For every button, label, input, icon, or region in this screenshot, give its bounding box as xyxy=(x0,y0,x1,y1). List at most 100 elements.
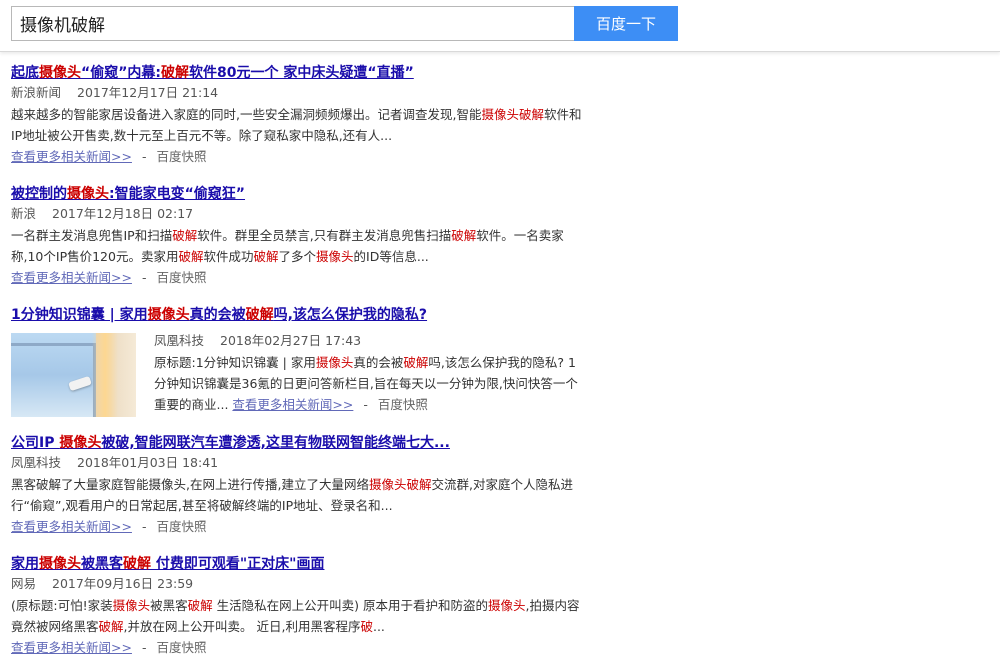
result-meta: 凤凰科技 2018年02月27日 17:43 xyxy=(154,331,586,352)
result-title-link[interactable]: 公司IP 摄像头被破,智能网联汽车遭渗透,这里有物联网智能终端七大... xyxy=(11,433,586,453)
result-title-link[interactable]: 家用摄像头被黑客破解 付费即可观看"正对床"画面 xyxy=(11,554,586,574)
text-segment: 软件。群里全员禁言,只有群主发消息兜售扫描 xyxy=(197,228,452,243)
highlight-term: 破解 xyxy=(253,249,279,264)
text-segment: 被黑客 xyxy=(150,598,188,613)
more-news-link[interactable]: 查看更多相关新闻>> xyxy=(11,640,132,655)
text-segment: 黑客破解了大量家庭智能摄像头,在网上进行传播,建立了大量网络 xyxy=(11,477,369,492)
result-date: 2017年12月18日 02:17 xyxy=(52,206,194,221)
highlight-term: 破解 xyxy=(98,619,124,634)
text-segment: 软件成功 xyxy=(203,249,254,264)
link-separator: - xyxy=(363,397,368,412)
result-item: 公司IP 摄像头被破,智能网联汽车遭渗透,这里有物联网智能终端七大... 凤凰科… xyxy=(11,433,586,537)
result-meta: 网易 2017年09月16日 23:59 xyxy=(11,574,586,595)
highlight-term: 破解 xyxy=(245,307,274,323)
search-input[interactable] xyxy=(11,6,575,41)
result-date: 2018年01月03日 18:41 xyxy=(77,455,219,470)
snapshot-link[interactable]: 百度快照 xyxy=(156,519,206,534)
text-segment: 被破,智能网联汽车遭渗透,这里有物联网智能终端七大... xyxy=(101,435,450,451)
search-button[interactable]: 百度一下 xyxy=(574,6,678,41)
result-title-link[interactable]: 起底摄像头“偷窥”内幕:破解软件80元一个 家中床头疑遭“直播” xyxy=(11,63,586,83)
result-source: 新浪 xyxy=(11,206,37,221)
result-links: 查看更多相关新闻>> - 百度快照 xyxy=(11,516,586,537)
result-abstract: 原标题:1分钟知识锦囊 | 家用摄像头真的会被破解吗,该怎么保护我的隐私? 1分… xyxy=(154,352,586,415)
highlight-term: 破解 xyxy=(451,228,477,243)
result-date: 2018年02月27日 17:43 xyxy=(220,333,362,348)
text-segment: 付费即可观看"正对床"画面 xyxy=(151,556,325,572)
text-segment: 家用 xyxy=(11,556,39,572)
text-segment: 公司IP xyxy=(11,435,60,451)
result-item: 家用摄像头被黑客破解 付费即可观看"正对床"画面 网易 2017年09月16日 … xyxy=(11,554,586,658)
highlight-term: 破解 xyxy=(123,556,151,572)
result-source: 新浪新闻 xyxy=(11,85,62,100)
thumb-light xyxy=(92,333,118,417)
text-segment: :智能家电变“偷窥狂” xyxy=(109,186,246,202)
highlight-term: 破解 xyxy=(172,228,198,243)
highlight-term: 摄像头 xyxy=(112,598,151,613)
result-item: 起底摄像头“偷窥”内幕:破解软件80元一个 家中床头疑遭“直播” 新浪新闻 20… xyxy=(11,63,586,167)
text-segment: 软件80元一个 家中床头疑遭“直播” xyxy=(189,65,414,81)
result-meta: 新浪 2017年12月18日 02:17 xyxy=(11,204,586,225)
highlight-term: 破解 xyxy=(161,65,190,81)
highlight-term: 摄像头 xyxy=(316,249,354,264)
result-links: 查看更多相关新闻>> - 百度快照 xyxy=(11,637,586,658)
more-news-link[interactable]: 查看更多相关新闻>> xyxy=(11,149,132,164)
result-thumbnail[interactable] xyxy=(11,333,136,417)
more-news-link[interactable]: 查看更多相关新闻>> xyxy=(11,519,132,534)
highlight-term: 摄像头 xyxy=(67,186,109,202)
result-item: 1分钟知识锦囊 | 家用摄像头真的会被破解吗,该怎么保护我的隐私? 凤凰科技 2… xyxy=(11,305,586,417)
result-abstract: 黑客破解了大量家庭智能摄像头,在网上进行传播,建立了大量网络摄像头破解交流群,对… xyxy=(11,474,586,516)
text-segment: 真的会被 xyxy=(189,307,246,323)
result-source: 凤凰科技 xyxy=(11,455,62,470)
text-segment: 吗,该怎么保护我的隐私? xyxy=(273,307,428,323)
text-segment: 越来越多的智能家居设备进入家庭的同时,一些安全漏洞频频爆出。记者调查发现,智能 xyxy=(11,107,482,122)
text-segment: 被控制的 xyxy=(11,186,67,202)
link-separator: - xyxy=(141,519,147,534)
highlight-term: 破解 xyxy=(187,598,213,613)
highlight-term: 摄像头破解 xyxy=(368,477,432,492)
more-news-link[interactable]: 查看更多相关新闻>> xyxy=(11,270,132,285)
result-source: 凤凰科技 xyxy=(154,333,205,348)
highlight-term: 破解 xyxy=(518,107,544,122)
result-title-link[interactable]: 被控制的摄像头:智能家电变“偷窥狂” xyxy=(11,184,586,204)
text-segment: 一名群主发消息兜售IP和扫描 xyxy=(11,228,173,243)
text-segment: 被黑客 xyxy=(81,556,123,572)
highlight-term: 摄像头 xyxy=(481,107,519,122)
snapshot-link[interactable]: 百度快照 xyxy=(156,149,206,164)
text-segment: 了多个 xyxy=(278,249,317,264)
highlight-term: 摄像头 xyxy=(315,355,354,370)
result-meta: 新浪新闻 2017年12月17日 21:14 xyxy=(11,83,586,104)
highlight-term: 摄像头 xyxy=(39,65,81,81)
text-segment: 的ID等信息... xyxy=(353,249,429,264)
result-abstract: (原标题:可怕!家装摄像头被黑客破解 生活隐私在网上公开叫卖) 原本用于看护和防… xyxy=(11,595,586,637)
text-segment: 1分钟知识锦囊 | 家用 xyxy=(11,307,148,323)
result-title-link[interactable]: 1分钟知识锦囊 | 家用摄像头真的会被破解吗,该怎么保护我的隐私? xyxy=(11,305,586,325)
snapshot-link[interactable]: 百度快照 xyxy=(156,640,206,655)
link-separator: - xyxy=(141,149,147,164)
snapshot-link[interactable]: 百度快照 xyxy=(378,397,428,412)
result-abstract: 越来越多的智能家居设备进入家庭的同时,一些安全漏洞频频爆出。记者调查发现,智能摄… xyxy=(11,104,586,146)
highlight-term: 破解 xyxy=(178,249,204,264)
more-news-link[interactable]: 查看更多相关新闻>> xyxy=(232,397,353,412)
result-date: 2017年12月17日 21:14 xyxy=(77,85,219,100)
result-links: 查看更多相关新闻>> - 百度快照 xyxy=(11,146,586,167)
result-meta: 凤凰科技 2018年01月03日 18:41 xyxy=(11,453,586,474)
text-segment: 起底 xyxy=(11,65,39,81)
highlight-term: 摄像头 xyxy=(59,435,102,451)
search-header: 百度一下 xyxy=(0,0,1000,52)
text-segment: ,并放在网上公开叫卖。 近日,利用黑客程序 xyxy=(123,619,361,634)
text-segment: 生活隐私在网上公开叫卖) 原本用于看护和防盗的 xyxy=(212,598,488,613)
result-links: 查看更多相关新闻>> - 百度快照 xyxy=(11,267,586,288)
highlight-term: 摄像头 xyxy=(39,556,81,572)
highlight-term: 摄像头 xyxy=(147,307,190,323)
result-date: 2017年09月16日 23:59 xyxy=(52,576,194,591)
link-separator: - xyxy=(141,270,147,285)
highlight-term: 破 xyxy=(360,619,373,634)
result-abstract: 一名群主发消息兜售IP和扫描破解软件。群里全员禁言,只有群主发消息兜售扫描破解软… xyxy=(11,225,586,267)
link-separator: - xyxy=(141,640,147,655)
text-segment: ... xyxy=(372,619,385,634)
text-segment: “偷窥”内幕: xyxy=(81,65,162,81)
text-segment: (原标题:可怕!家装 xyxy=(11,598,113,613)
text-segment: 原标题:1分钟知识锦囊 | 家用 xyxy=(154,355,316,370)
result-item: 被控制的摄像头:智能家电变“偷窥狂” 新浪 2017年12月18日 02:17 … xyxy=(11,184,586,288)
snapshot-link[interactable]: 百度快照 xyxy=(156,270,206,285)
